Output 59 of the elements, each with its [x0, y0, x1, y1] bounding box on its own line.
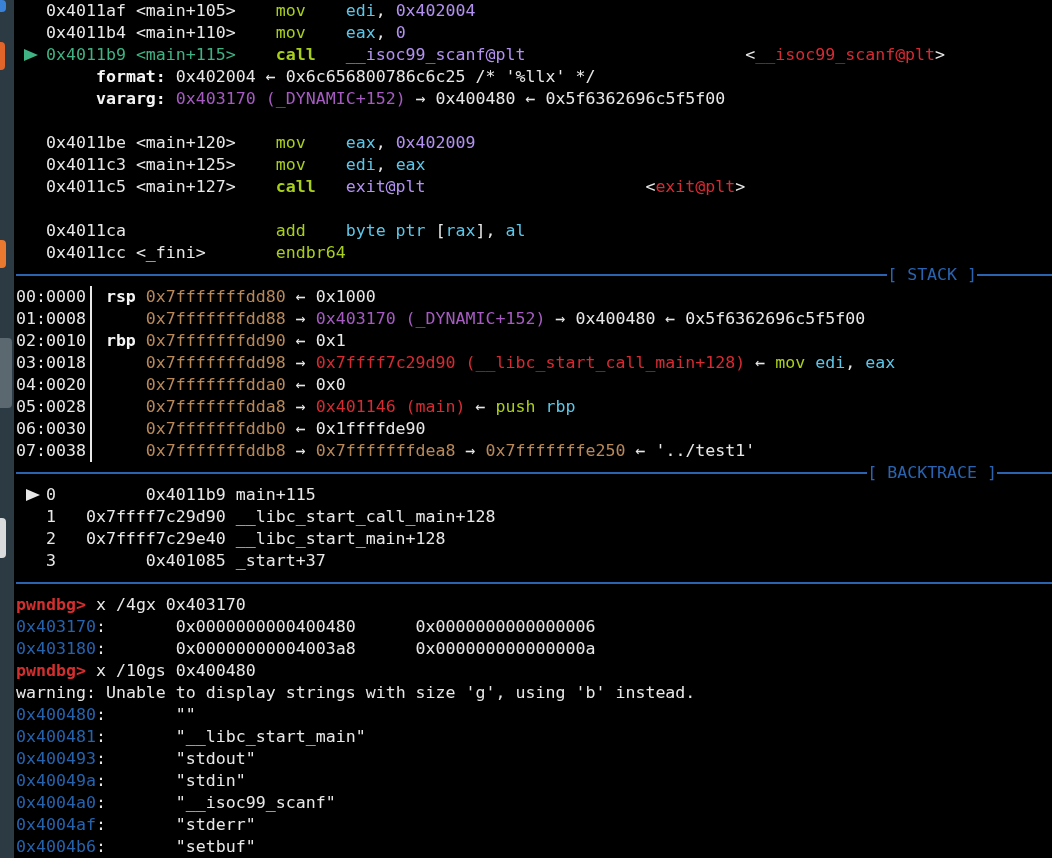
memory-value: "stdin": [175, 770, 247, 792]
memory-value: "__isoc99_scanf": [175, 792, 337, 814]
memory-address: 0x403180:: [16, 638, 107, 660]
dock-app-icon[interactable]: [0, 518, 6, 558]
stack-entry: rsp 0x7fffffffdd80 ← 0x1000: [105, 286, 376, 308]
memory-value: "stdout": [175, 748, 257, 770]
disassembly-line: 0x4011be <main+120> mov eax, 0x402009: [45, 132, 476, 154]
stack-offset: 06:0030: [16, 418, 86, 440]
memory-address: 0x400480:: [16, 704, 107, 726]
stack-offset: 05:0028: [16, 396, 86, 418]
call-argument-line: format: 0x402004 ← 0x6c656800786c6c25 /* '%llx' */: [95, 66, 596, 88]
stack-offset: 03:0018: [16, 352, 86, 374]
stack-offset: 00:0000: [16, 286, 86, 308]
memory-address: 0x400493:: [16, 748, 107, 770]
dock-app-icon[interactable]: [0, 240, 6, 268]
memory-value: 0x0000000000000006: [415, 616, 597, 638]
stack-offset: 01:0008: [16, 308, 86, 330]
disassembly-line: 0x4011ca add byte ptr [rax], al: [45, 220, 526, 242]
stack-entry: rbp 0x7fffffffdd90 ← 0x1: [105, 330, 346, 352]
stack-offset: 07:0038: [16, 440, 86, 462]
backtrace-frame[interactable]: 0 0x4011b9 main+115: [45, 484, 316, 506]
section-title: [ STACK ]: [887, 264, 978, 286]
memory-value: "": [175, 704, 197, 726]
memory-address: 0x403170:: [16, 616, 107, 638]
memory-address: 0x4004b6:: [16, 836, 107, 858]
memory-value: 0x0000000000400480: [175, 616, 357, 638]
stack-entry: 0x7fffffffdda8 → 0x401146 (main) ← push rbp: [144, 396, 576, 418]
disassembly-line: 0x4011cc <_fini> endbr64: [45, 242, 346, 264]
disassembly-line: 0x4011c3 <main+125> mov edi, eax: [45, 154, 426, 176]
disassembly-line: 0x4011af <main+105> mov edi, 0x402004: [45, 0, 476, 22]
disassembly-line: 0x4011c5 <main+127> call exit@plt <exit@plt>: [45, 176, 746, 198]
stack-entry: 0x7fffffffdd88 → 0x403170 (_DYNAMIC+152) → 0x400480 ← 0x5f6362696c5f5f00: [144, 308, 866, 330]
section-title: [ BACKTRACE ]: [867, 462, 998, 484]
disassembly-line: 0x4011b4 <main+110> mov eax, 0: [45, 22, 406, 44]
memory-value: 0x00000000004003a8: [175, 638, 357, 660]
call-argument-line: vararg: 0x403170 (_DYNAMIC+152) → 0x400480 ← 0x5f6362696c5f5f00: [95, 88, 726, 110]
stack-entry: 0x7fffffffddb0 ← 0x1ffffde90: [144, 418, 426, 440]
memory-address: 0x4004a0:: [16, 792, 107, 814]
memory-value: "setbuf": [175, 836, 257, 858]
backtrace-frame[interactable]: 2 0x7ffff7c29e40 __libc_start_main+128: [45, 528, 446, 550]
memory-value: 0x000000000000000a: [415, 638, 597, 660]
stack-offset: 04:0020: [16, 374, 86, 396]
memory-address: 0x4004af:: [16, 814, 107, 836]
warning-message: warning: Unable to display strings with size 'g', using 'b' instead.: [16, 682, 696, 704]
command-line: pwndbg> x /10gs 0x400480: [16, 660, 256, 682]
dock-app-icon[interactable]: [0, 42, 5, 70]
dock-app-icon[interactable]: [0, 0, 6, 12]
memory-address: 0x400481:: [16, 726, 107, 748]
command-line: pwndbg> x /4gx 0x403170: [16, 594, 246, 616]
backtrace-frame[interactable]: 3 0x401085 _start+37: [45, 550, 326, 572]
stack-entry: 0x7fffffffdd98 → 0x7ffff7c29d90 (__libc_start_call_main+128) ← mov edi, eax: [144, 352, 896, 374]
memory-address: 0x40049a:: [16, 770, 107, 792]
backtrace-frame[interactable]: 1 0x7ffff7c29d90 __libc_start_call_main+128: [45, 506, 496, 528]
disassembly-line: 0x4011b9 <main+115> call __isoc99_scanf@plt <__isoc99_scanf@plt>: [45, 44, 946, 66]
memory-value: "stderr": [175, 814, 257, 836]
stack-entry: 0x7fffffffdda0 ← 0x0: [144, 374, 346, 396]
stack-entry: 0x7fffffffddb8 → 0x7fffffffdea8 → 0x7fffffffe250 ← '../test1': [144, 440, 756, 462]
memory-value: "__libc_start_main": [175, 726, 367, 748]
stack-offset: 02:0010: [16, 330, 86, 352]
